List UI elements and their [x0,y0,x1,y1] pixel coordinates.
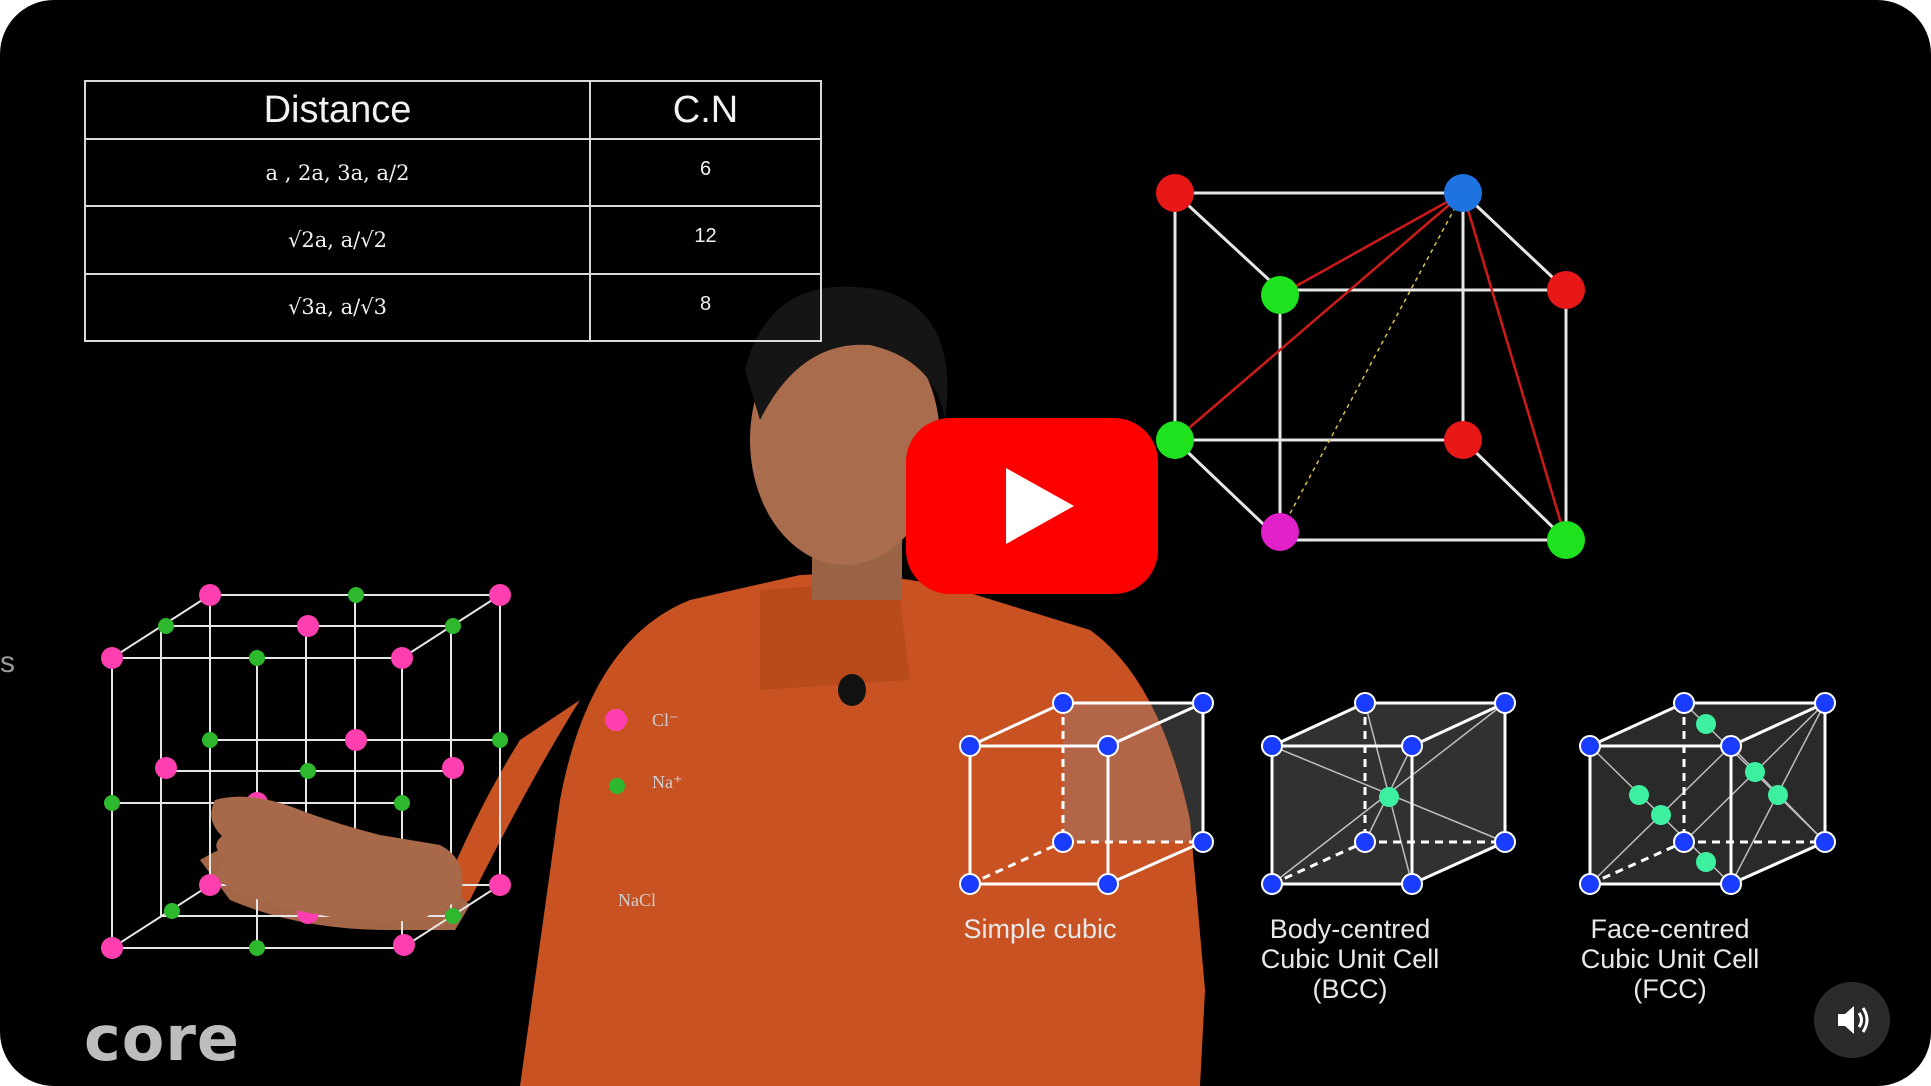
table-header-cn: C.N [589,80,822,140]
table-cell-distance: √3a, a/√3 [84,272,591,343]
bcc-label-line: (BCC) [1312,974,1388,1004]
fcc-label-line: Cubic Unit Cell [1580,944,1760,974]
bcc-label-line: Cubic Unit Cell [1260,944,1440,974]
table-cell-distance: √2a, a/√2 [84,205,591,275]
nacl-caption: NaCl [618,890,656,910]
na-ion-label: Na⁺ [652,772,683,792]
play-button[interactable] [906,418,1158,594]
fcc-cell [1579,692,1836,895]
fcc-label: Face-centred Cubic Unit Cell (FCC) [1550,914,1790,1004]
bcc-label-line: Body-centred [1269,914,1431,944]
bcc-label: Body-centred Cubic Unit Cell (BCC) [1230,914,1470,1004]
play-icon [1006,468,1074,544]
table-cell-cn: 6 [589,137,822,208]
fcc-label-line: Face-centred [1590,914,1750,944]
table-cell-distance: a , 2a, 3a, a/2 [84,137,591,208]
video-player[interactable]: Distance C.N a , 2a, 3a, a/2 6 √2a, a/√2… [0,0,1931,1086]
speaker-volume-icon [1838,1006,1869,1034]
core-logo: core [84,1002,240,1075]
table-cell-cn: 12 [589,205,822,275]
coordination-table: Distance C.N a , 2a, 3a, a/2 6 √2a, a/√2… [84,80,822,343]
table-header-distance: Distance [84,80,591,140]
presenter-figure [200,286,1205,1086]
cropped-edge-text: s [0,646,15,679]
coordination-cube [1156,174,1585,559]
volume-button[interactable] [1814,982,1890,1058]
simple-cubic-label: Simple cubic [963,914,1117,944]
cl-ion-label: Cl⁻ [652,710,679,730]
bcc-cell [1261,692,1516,895]
fcc-label-line: (FCC) [1633,974,1707,1004]
table-cell-cn: 8 [589,272,822,343]
